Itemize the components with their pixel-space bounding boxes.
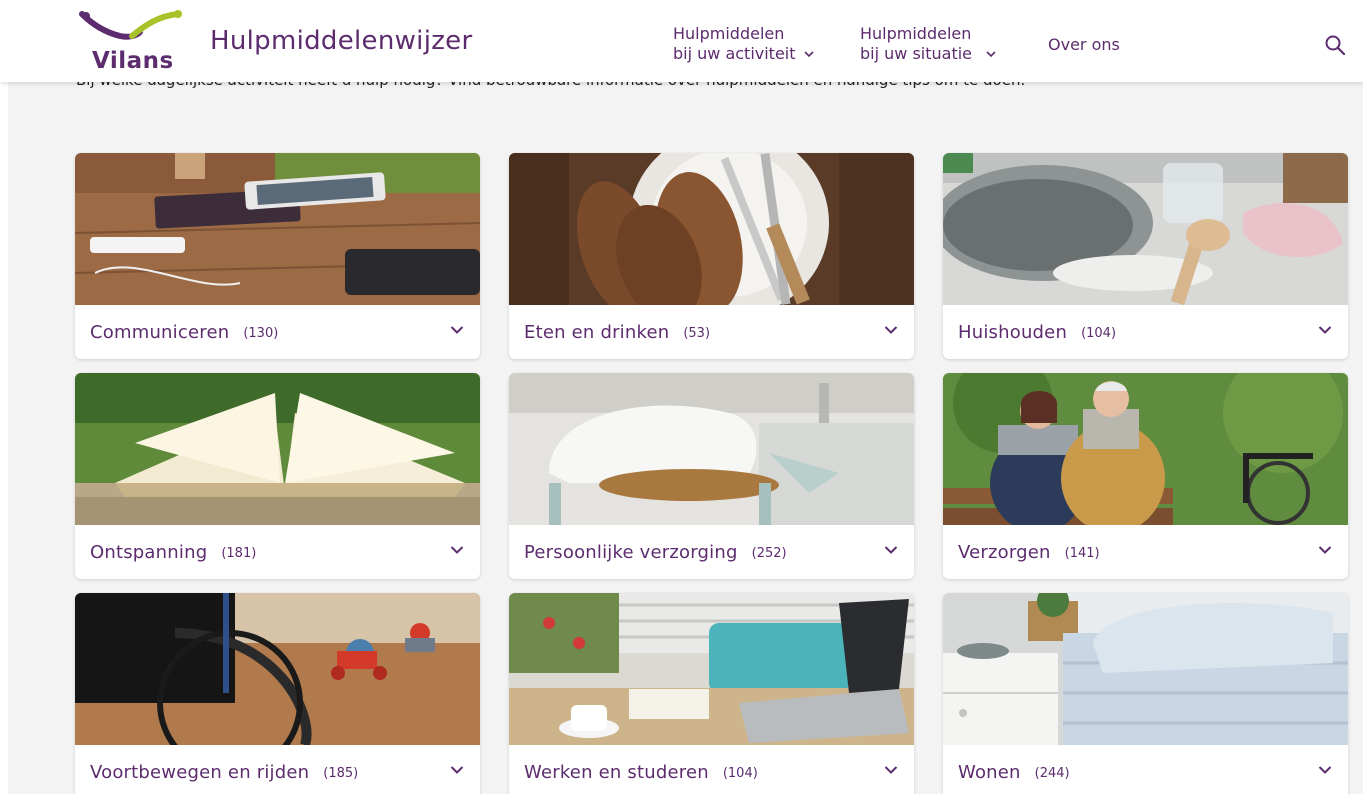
card-image-voortbewegen-en-rijden <box>75 593 480 745</box>
category-card-ontspanning[interactable]: Ontspanning (181) <box>75 373 480 579</box>
vilans-logo[interactable]: Vilans <box>78 8 190 74</box>
category-count: (53) <box>683 325 711 341</box>
category-count: (141) <box>1064 545 1100 561</box>
card-image-ontspanning <box>75 373 480 525</box>
card-image-persoonlijke-verzorging <box>509 373 914 525</box>
nav-situatie-line1: Hulpmiddelen <box>860 24 972 43</box>
card-image-huishouden <box>943 153 1348 305</box>
nav-situatie[interactable]: Hulpmiddelen bij uw situatie <box>860 24 996 64</box>
chevron-down-icon[interactable] <box>1318 325 1332 335</box>
category-card-werken-en-studeren[interactable]: Werken en studeren (104) <box>509 593 914 794</box>
chevron-down-icon[interactable] <box>884 545 898 555</box>
category-label: Wonen <box>958 761 1021 783</box>
category-label: Ontspanning <box>90 541 208 563</box>
chevron-down-icon[interactable] <box>1318 545 1332 555</box>
chevron-down-icon[interactable] <box>884 765 898 775</box>
site-title[interactable]: Hulpmiddelenwijzer <box>210 26 472 56</box>
nav-situatie-line2: bij uw situatie <box>860 44 973 63</box>
category-label: Werken en studeren <box>524 761 709 783</box>
card-image-werken-en-studeren <box>509 593 914 745</box>
category-card-verzorgen[interactable]: Verzorgen (141) <box>943 373 1348 579</box>
category-label: Voortbewegen en rijden <box>90 761 310 783</box>
chevron-down-icon <box>986 50 996 57</box>
chevron-down-icon[interactable] <box>450 765 464 775</box>
card-image-verzorgen <box>943 373 1348 525</box>
nav-over-ons[interactable]: Over ons <box>1048 35 1120 54</box>
chevron-down-icon[interactable] <box>450 325 464 335</box>
category-card-wonen[interactable]: Wonen (244) <box>943 593 1348 794</box>
category-count: (181) <box>221 545 257 561</box>
category-label: Eten en drinken <box>524 321 670 343</box>
nav-activiteit-line1: Hulpmiddelen <box>673 24 785 43</box>
category-card-communiceren[interactable]: Communiceren (130) <box>75 153 480 359</box>
search-icon <box>1325 35 1346 56</box>
site-header: Vilans Hulpmiddelenwijzer Hulpmiddelen b… <box>0 0 1363 82</box>
category-label: Communiceren <box>90 321 230 343</box>
category-count: (104) <box>722 765 758 781</box>
card-image-communiceren <box>75 153 480 305</box>
category-count: (252) <box>751 545 787 561</box>
category-label: Verzorgen <box>958 541 1051 563</box>
category-count: (244) <box>1034 765 1070 781</box>
chevron-down-icon[interactable] <box>450 545 464 555</box>
logo-text: Vilans <box>92 48 174 74</box>
category-label: Huishouden <box>958 321 1068 343</box>
category-count: (185) <box>323 765 359 781</box>
nav-activiteit-line2: bij uw activiteit <box>673 44 796 63</box>
card-image-eten-en-drinken <box>509 153 914 305</box>
chevron-down-icon[interactable] <box>884 325 898 335</box>
category-label: Persoonlijke verzorging <box>524 541 738 563</box>
search-button[interactable] <box>1324 34 1350 60</box>
category-card-eten-en-drinken[interactable]: Eten en drinken (53) <box>509 153 914 359</box>
category-count: (130) <box>243 325 279 341</box>
nav-activiteit[interactable]: Hulpmiddelen bij uw activiteit <box>673 24 814 64</box>
category-card-huishouden[interactable]: Huishouden (104) <box>943 153 1348 359</box>
chevron-down-icon <box>803 50 814 57</box>
category-card-voortbewegen-en-rijden[interactable]: Voortbewegen en rijden (185) <box>75 593 480 794</box>
category-card-persoonlijke-verzorging[interactable]: Persoonlijke verzorging (252) <box>509 373 914 579</box>
logo-mark-icon <box>79 10 182 40</box>
card-image-wonen <box>943 593 1348 745</box>
chevron-down-icon[interactable] <box>1318 765 1332 775</box>
category-count: (104) <box>1081 325 1117 341</box>
